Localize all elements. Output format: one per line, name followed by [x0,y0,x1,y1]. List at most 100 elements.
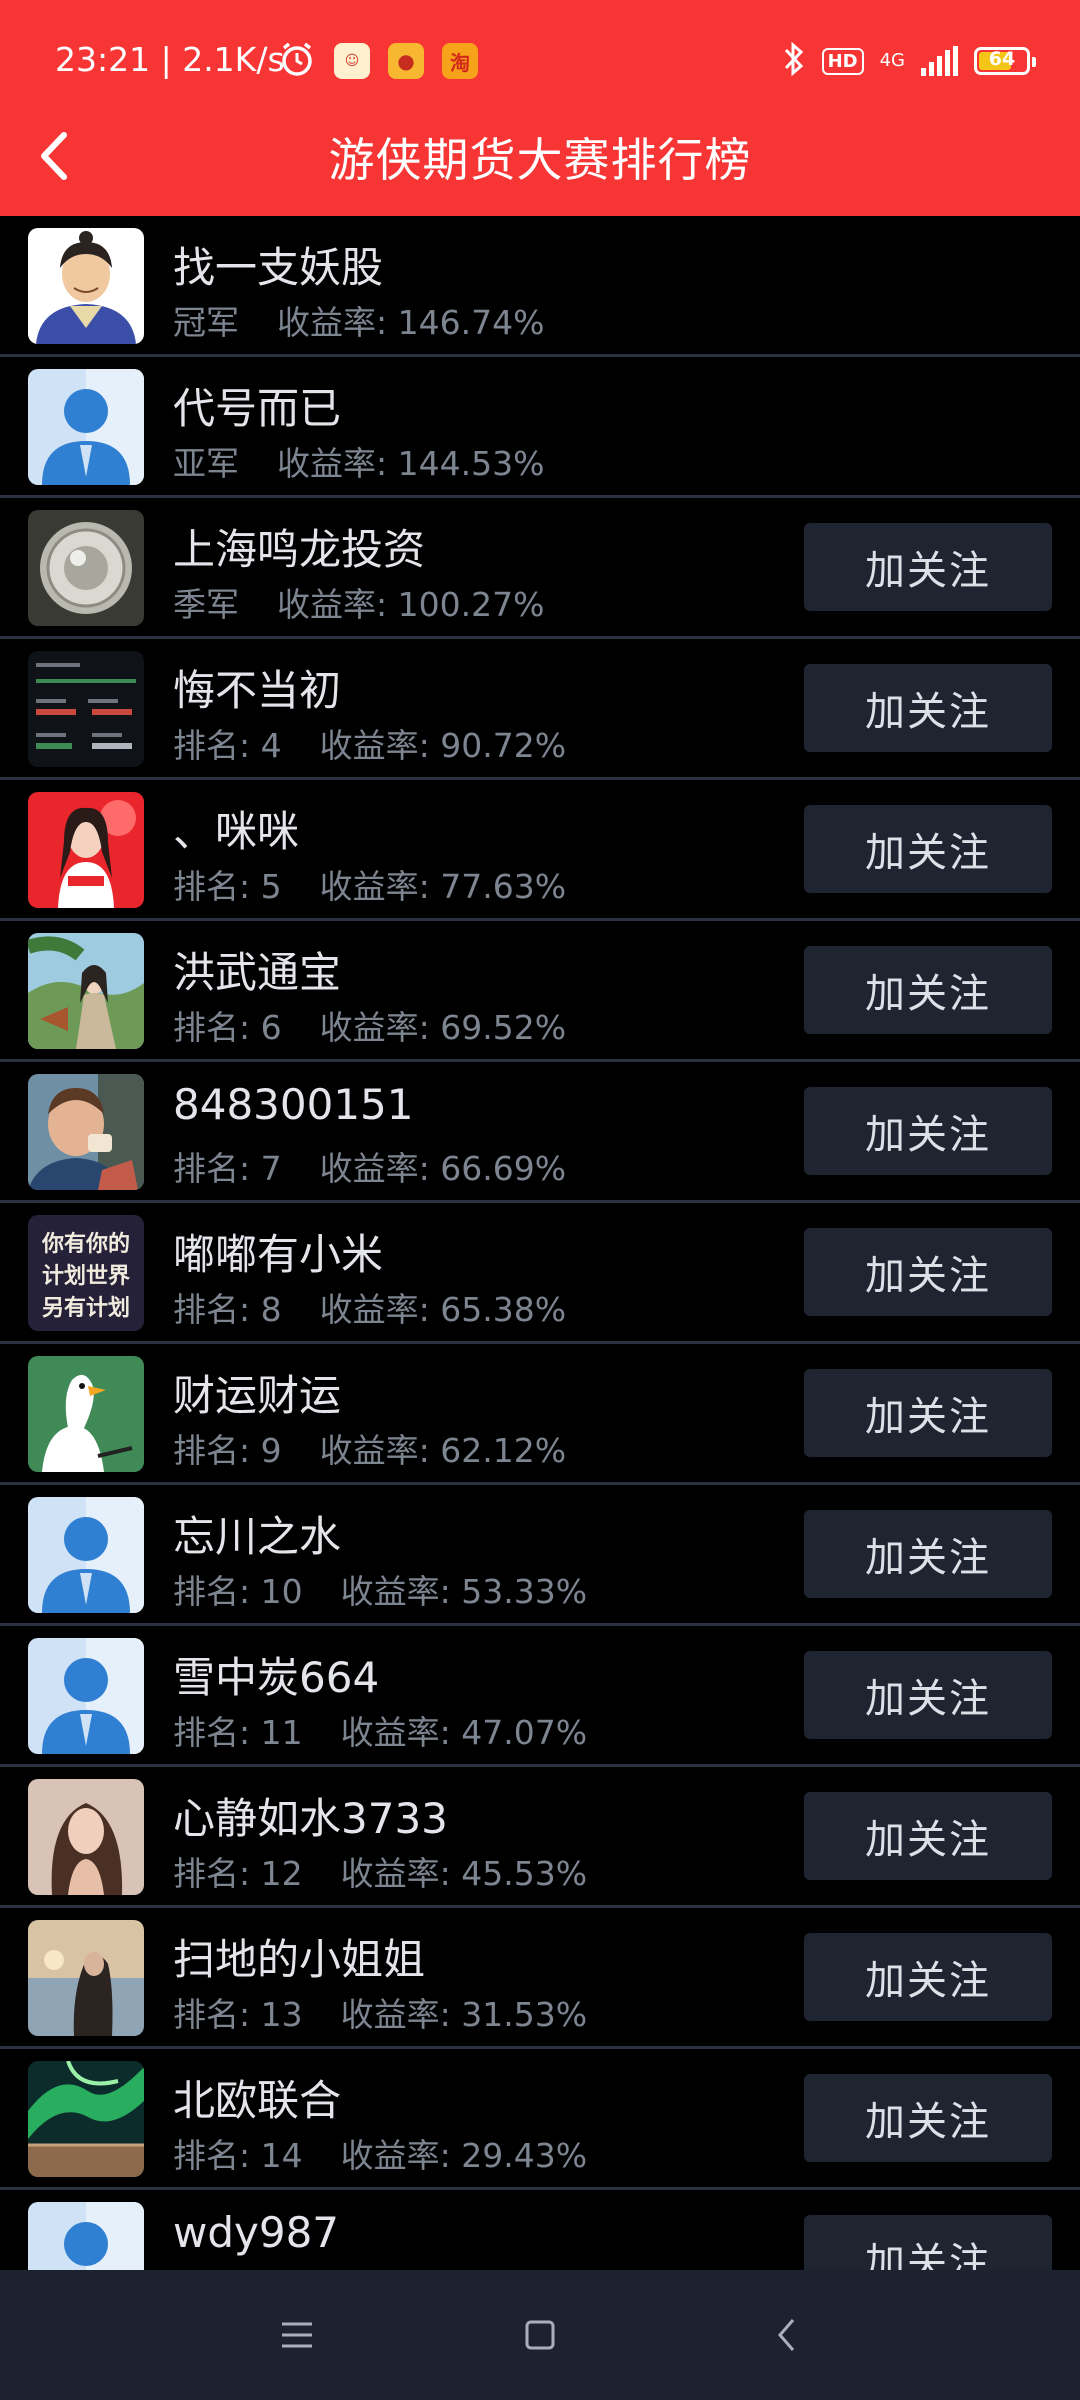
avatar[interactable] [28,651,144,767]
rank-label: 排名: [173,1149,251,1188]
rank-info: 排名: 14 收益率: 29.43% [173,2129,587,2177]
rank-info: 排名: 12 收益率: 45.53% [173,1847,587,1895]
leaderboard-row[interactable]: 你有你的 计划世界 另有计划 嘟嘟有小米 排名: 8 收益率: 65.38% 加关注 [0,1203,1080,1344]
follow-button[interactable]: 加关注 [804,1792,1052,1880]
follow-button[interactable]: 加关注 [804,1087,1052,1175]
avatar[interactable] [28,2202,144,2270]
rank-info: 排名: 5 收益率: 77.63% [173,860,566,908]
leaderboard-row[interactable]: 、咪咪排名: 5 收益率: 77.63% 加关注 [0,780,1080,921]
leaderboard-row[interactable]: 财运财运 排名: 9 收益率: 62.12% 加关注 [0,1344,1080,1485]
avatar[interactable] [28,510,144,626]
follow-button[interactable]: 加关注 [804,1651,1052,1739]
return-rate-label: 收益率: [319,867,430,906]
follow-button[interactable]: 加关注 [804,946,1052,1034]
leaderboard-row[interactable]: 找一支妖股 冠军 收益率: 146.74% [0,216,1080,357]
leaderboard-row[interactable]: 雪中炭664 排名: 11 收益率: 47.07% 加关注 [0,1626,1080,1767]
avatar[interactable] [28,1638,144,1754]
leaderboard-row[interactable]: 848300151 排名: 7 收益率: 66.69% 加关注 [0,1062,1080,1203]
user-name[interactable]: 忘川之水 [173,1503,341,1564]
back-icon[interactable] [757,2310,817,2360]
return-rate-label: 收益率: [340,1995,451,2034]
avatar[interactable] [28,1074,144,1190]
rank-value: 5 [260,867,282,906]
return-rate-value: 77.63% [440,867,567,906]
follow-button[interactable]: 加关注 [804,2074,1052,2162]
rank-info: 排名: 9 收益率: 62.12% [173,1424,566,1472]
return-rate-value: 65.38% [440,1290,567,1329]
svg-text:另有计划: 另有计划 [42,1295,130,1321]
status-time: 23:21 | 2.1K/s [55,40,285,79]
return-rate-value: 29.43% [461,2136,588,2175]
return-rate-value: 66.69% [440,1149,567,1188]
avatar[interactable] [28,933,144,1049]
return-rate-value: 47.07% [461,1713,588,1752]
avatar[interactable] [28,1497,144,1613]
user-name[interactable]: 北欧联合 [173,2067,341,2128]
user-name[interactable]: 找一支妖股 [173,234,383,295]
user-name[interactable]: 848300151 [173,1080,414,1129]
follow-button[interactable]: 加关注 [804,1510,1052,1598]
rank-value: 8 [260,1290,282,1329]
leaderboard-row[interactable]: 洪武通宝 排名: 6 收益率: 69.52% 加关注 [0,921,1080,1062]
user-name[interactable]: wdy987 [173,2208,339,2257]
user-name[interactable]: 财运财运 [173,1362,341,1423]
leaderboard-list[interactable]: 找一支妖股 冠军 收益率: 146.74% 代号而已 亚军 收益率: 144.53% 上海鸣… [0,216,1080,2270]
leaderboard-row[interactable]: wdy987 加关注 [0,2190,1080,2270]
leaderboard-row[interactable]: 悔不当初 排名: 4 收益率: 90.72% 加关注 [0,639,1080,780]
rank-label: 排名: [173,867,251,906]
leaderboard-row[interactable]: 扫地的小姐姐 排名: 13 收益率: 31.53% 加关注 [0,1908,1080,2049]
follow-button[interactable]: 加关注 [804,523,1052,611]
menu-icon[interactable] [267,2310,327,2360]
user-name[interactable]: 洪武通宝 [173,939,341,1000]
rank-value: 13 [260,1995,303,2034]
follow-button[interactable]: 加关注 [804,2215,1052,2270]
taobao-icon: 淘 [442,43,478,79]
status-right-icons: HD 4G 64 [782,40,1036,82]
return-rate-value: 146.74% [397,303,545,342]
user-name[interactable]: 代号而已 [173,375,341,436]
return-rate-label: 收益率: [340,1572,451,1611]
user-name[interactable]: 上海鸣龙投资 [173,516,425,577]
avatar[interactable] [28,1920,144,2036]
rank-label: 排名: [173,1008,251,1047]
rank-value: 7 [260,1149,282,1188]
avatar[interactable]: 你有你的 计划世界 另有计划 [28,1215,144,1331]
follow-button[interactable]: 加关注 [804,664,1052,752]
follow-button[interactable]: 加关注 [804,1933,1052,2021]
follow-button[interactable]: 加关注 [804,805,1052,893]
user-name[interactable]: 雪中炭664 [173,1644,379,1705]
svg-text:计划世界: 计划世界 [42,1264,130,1289]
avatar[interactable] [28,792,144,908]
return-rate-label: 收益率: [340,2136,451,2175]
avatar[interactable] [28,1779,144,1895]
user-name[interactable]: 悔不当初 [173,657,341,718]
rank-info: 排名: 7 收益率: 66.69% [173,1142,566,1190]
follow-button[interactable]: 加关注 [804,1228,1052,1316]
user-name[interactable]: 、咪咪 [173,798,299,859]
rank-label: 排名: [173,2136,251,2175]
avatar[interactable] [28,228,144,344]
leaderboard-row[interactable]: 代号而已 亚军 收益率: 144.53% [0,357,1080,498]
rank-value: 4 [260,726,282,765]
return-rate-value: 62.12% [440,1431,567,1470]
follow-button[interactable]: 加关注 [804,1369,1052,1457]
leaderboard-row[interactable]: 北欧联合 排名: 14 收益率: 29.43% 加关注 [0,2049,1080,2190]
return-rate-label: 收益率: [319,1431,430,1470]
avatar[interactable] [28,369,144,485]
user-name[interactable]: 心静如水3733 [173,1785,448,1846]
rank-label: 排名: [173,1995,251,2034]
network-type: 4G [879,50,905,71]
rank-label: 排名: [173,1572,251,1611]
return-rate-label: 收益率: [319,1008,430,1047]
avatar[interactable] [28,1356,144,1472]
battery-level: 64 [988,48,1016,70]
user-name[interactable]: 嘟嘟有小米 [173,1221,383,1282]
leaderboard-row[interactable]: 上海鸣龙投资 季军 收益率: 100.27% 加关注 [0,498,1080,639]
leaderboard-row[interactable]: 忘川之水 排名: 10 收益率: 53.33% 加关注 [0,1485,1080,1626]
rank-info: 排名: 6 收益率: 69.52% [173,1001,566,1049]
leaderboard-row[interactable]: 心静如水3733 排名: 12 收益率: 45.53% 加关注 [0,1767,1080,1908]
avatar[interactable] [28,2061,144,2177]
home-icon[interactable] [510,2310,570,2360]
user-name[interactable]: 扫地的小姐姐 [173,1926,425,1987]
system-navigation-bar [0,2270,1080,2400]
